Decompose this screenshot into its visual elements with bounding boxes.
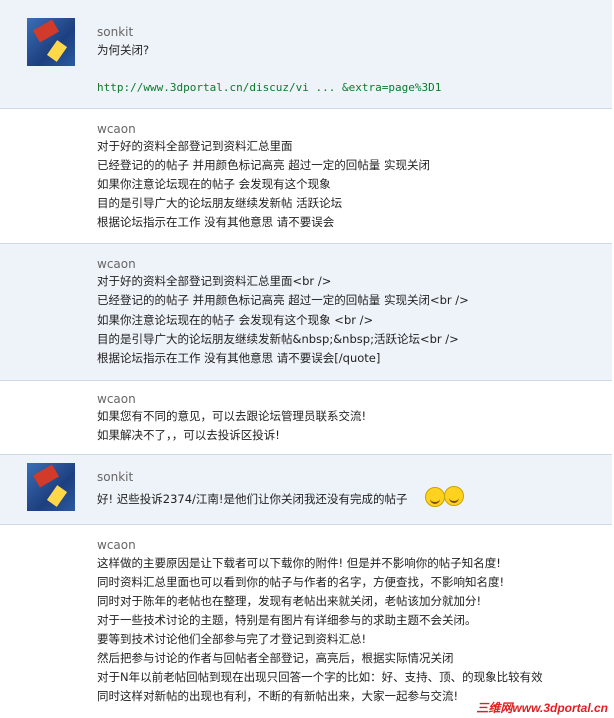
post-text: 根据论坛指示在工作 没有其他意思 请不要误会 — [97, 215, 335, 229]
post-text: 对于好的资料全部登记到资料汇总里面<br /> — [97, 274, 332, 288]
post-text: 已经登记的的帖子 并用颜色标记高亮 超过一定的回帖量 实现关闭<br /> — [97, 293, 469, 307]
post-author[interactable]: wcaon — [97, 257, 136, 271]
post-author[interactable]: wcaon — [97, 122, 136, 136]
post-link[interactable]: http://www.3dportal.cn/discuz/vi ... &ex… — [97, 81, 441, 94]
post-5 — [0, 455, 612, 524]
post-text: 对于N年以前老帖回帖到现在出现只回答一个字的比如：好、支持、顶、的现象比较有效 — [97, 670, 543, 684]
post-text: 如果你注意论坛现在的帖子 会发现有这个现象 — [97, 177, 331, 191]
post-author[interactable]: sonkit — [97, 25, 133, 39]
post-text: 要等到技术讨论他们全部参与完了才登记到资料汇总! — [97, 632, 367, 646]
post-text: 同时这样对新帖的出现也有利，不断的有新帖出来，大家一起参与交流! — [97, 689, 459, 703]
post-text: 为何关闭? — [97, 43, 150, 57]
post-text: 好! 迟些投诉2374/江南!是他们让你关闭我还没有完成的帖子 — [97, 492, 408, 506]
avatar[interactable] — [27, 18, 75, 66]
post-text: 然后把参与讨论的作者与回帖者全部登记，高亮后，根据实际情况关闭 — [97, 651, 454, 665]
post-text: 同时资料汇总里面也可以看到你的帖子与作者的名字，方便查找，不影响知名度! — [97, 575, 505, 589]
post-text: 同时对于陈年的老帖也在整理，发现有老帖出来就关闭，老帖该加分就加分! — [97, 594, 482, 608]
post-text: 对于好的资料全部登记到资料汇总里面 — [97, 139, 293, 153]
avatar[interactable] — [27, 463, 75, 511]
laugh-emoji-icon — [444, 486, 464, 506]
post-author[interactable]: sonkit — [97, 470, 133, 484]
site-watermark: 三维网www.3dportal.cn — [476, 701, 608, 715]
post-text: 如果解决不了，，可以去投诉区投诉! — [97, 428, 280, 442]
post-text: 这样做的主要原因是让下载者可以下载你的附件! 但是并不影响你的帖子知名度! — [97, 556, 501, 570]
post-author[interactable]: wcaon — [97, 538, 136, 552]
post-text: 如果您有不同的意见，可以去跟论坛管理员联系交流! — [97, 409, 367, 423]
post-author[interactable]: wcaon — [97, 392, 136, 406]
post-text: 目的是引导广大的论坛朋友继续发新帖&nbsp;&nbsp;活跃论坛<br /> — [97, 332, 459, 346]
post-text: 如果你注意论坛现在的帖子 会发现有这个现象 <br /> — [97, 313, 374, 327]
post-text: 对于一些技术讨论的主题，特别是有图片有详细参与的求助主题不会关闭。 — [97, 613, 477, 627]
post-text: 目的是引导广大的论坛朋友继续发新帖 活跃论坛 — [97, 196, 343, 210]
grin-emoji-icon — [425, 487, 445, 507]
post-text: 已经登记的的帖子 并用颜色标记高亮 超过一定的回帖量 实现关闭 — [97, 158, 430, 172]
post-text: 根据论坛指示在工作 没有其他意思 请不要误会[/quote] — [97, 351, 381, 365]
